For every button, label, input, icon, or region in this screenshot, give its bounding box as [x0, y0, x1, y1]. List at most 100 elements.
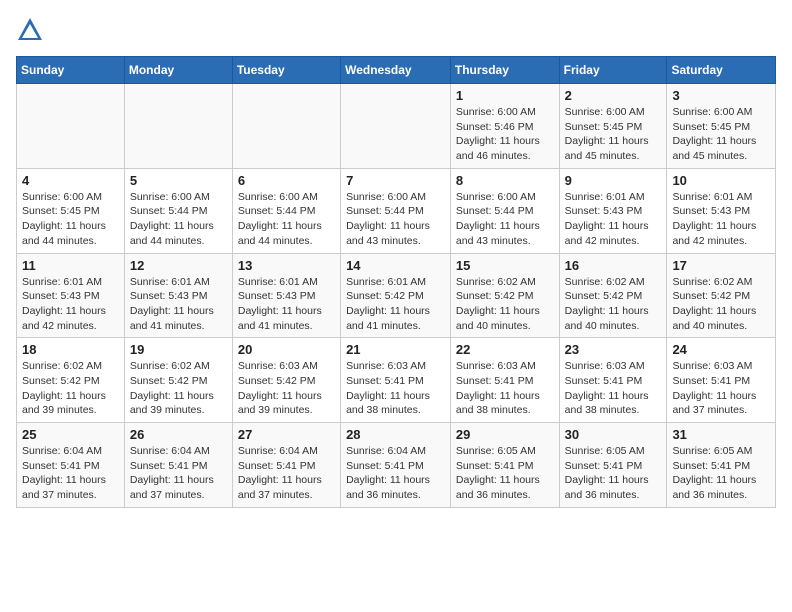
- day-info: Sunrise: 6:05 AMSunset: 5:41 PMDaylight:…: [672, 444, 770, 503]
- calendar-cell: 9 Sunrise: 6:01 AMSunset: 5:43 PMDaylight…: [559, 168, 667, 253]
- calendar-cell: 28 Sunrise: 6:04 AMSunset: 5:41 PMDayligh…: [341, 423, 451, 508]
- day-number: 1: [456, 88, 554, 103]
- day-info: Sunrise: 6:03 AMSunset: 5:41 PMDaylight:…: [346, 359, 445, 418]
- calendar-cell: [17, 84, 125, 169]
- calendar-cell: 7Sunrise: 6:00 AMSunset: 5:44 PMDaylight…: [341, 168, 451, 253]
- day-number: 18: [22, 342, 119, 357]
- calendar-cell: 5Sunrise: 6:00 AMSunset: 5:44 PMDaylight…: [124, 168, 232, 253]
- calendar-cell: 22 Sunrise: 6:03 AMSunset: 5:41 PMDayligh…: [450, 338, 559, 423]
- day-info: Sunrise: 6:02 AMSunset: 5:42 PMDaylight:…: [130, 359, 227, 418]
- day-number: 7: [346, 173, 445, 188]
- day-number: 9: [565, 173, 662, 188]
- day-number: 19: [130, 342, 227, 357]
- calendar-cell: 15 Sunrise: 6:02 AMSunset: 5:42 PMDayligh…: [450, 253, 559, 338]
- day-info: Sunrise: 6:03 AMSunset: 5:41 PMDaylight:…: [456, 359, 554, 418]
- day-number: 8: [456, 173, 554, 188]
- day-info: Sunrise: 6:01 AMSunset: 5:43 PMDaylight:…: [672, 190, 770, 249]
- day-number: 14: [346, 258, 445, 273]
- day-info: Sunrise: 6:00 AMSunset: 5:44 PMDaylight:…: [238, 190, 335, 249]
- header-day-tuesday: Tuesday: [232, 57, 340, 84]
- day-info: Sunrise: 6:05 AMSunset: 5:41 PMDaylight:…: [456, 444, 554, 503]
- day-info: Sunrise: 6:05 AMSunset: 5:41 PMDaylight:…: [565, 444, 662, 503]
- day-info: Sunrise: 6:01 AMSunset: 5:43 PMDaylight:…: [130, 275, 227, 334]
- day-number: 3: [672, 88, 770, 103]
- header-row: SundayMondayTuesdayWednesdayThursdayFrid…: [17, 57, 776, 84]
- logo-icon: [16, 16, 44, 44]
- day-number: 29: [456, 427, 554, 442]
- calendar-cell: 4 Sunrise: 6:00 AMSunset: 5:45 PMDaylight…: [17, 168, 125, 253]
- day-number: 6: [238, 173, 335, 188]
- header-day-saturday: Saturday: [667, 57, 776, 84]
- day-info: Sunrise: 6:01 AMSunset: 5:43 PMDaylight:…: [565, 190, 662, 249]
- calendar-cell: [341, 84, 451, 169]
- day-number: 11: [22, 258, 119, 273]
- day-number: 22: [456, 342, 554, 357]
- header-day-friday: Friday: [559, 57, 667, 84]
- day-info: Sunrise: 6:02 AMSunset: 5:42 PMDaylight:…: [456, 275, 554, 334]
- page-header: [16, 16, 776, 44]
- day-info: Sunrise: 6:04 AMSunset: 5:41 PMDaylight:…: [238, 444, 335, 503]
- day-number: 5: [130, 173, 227, 188]
- calendar-cell: 26 Sunrise: 6:04 AMSunset: 5:41 PMDayligh…: [124, 423, 232, 508]
- day-number: 13: [238, 258, 335, 273]
- calendar-cell: 19 Sunrise: 6:02 AMSunset: 5:42 PMDayligh…: [124, 338, 232, 423]
- day-info: Sunrise: 6:04 AMSunset: 5:41 PMDaylight:…: [22, 444, 119, 503]
- day-info: Sunrise: 6:01 AMSunset: 5:43 PMDaylight:…: [238, 275, 335, 334]
- calendar-cell: [124, 84, 232, 169]
- day-number: 15: [456, 258, 554, 273]
- day-number: 17: [672, 258, 770, 273]
- day-info: Sunrise: 6:03 AMSunset: 5:41 PMDaylight:…: [672, 359, 770, 418]
- day-number: 2: [565, 88, 662, 103]
- calendar-cell: 3Sunrise: 6:00 AMSunset: 5:45 PMDaylight…: [667, 84, 776, 169]
- day-info: Sunrise: 6:04 AMSunset: 5:41 PMDaylight:…: [346, 444, 445, 503]
- day-number: 24: [672, 342, 770, 357]
- calendar-cell: 11 Sunrise: 6:01 AMSunset: 5:43 PMDayligh…: [17, 253, 125, 338]
- calendar-table: SundayMondayTuesdayWednesdayThursdayFrid…: [16, 56, 776, 508]
- calendar-cell: 20 Sunrise: 6:03 AMSunset: 5:42 PMDayligh…: [232, 338, 340, 423]
- calendar-cell: 8 Sunrise: 6:00 AMSunset: 5:44 PMDaylight…: [450, 168, 559, 253]
- calendar-cell: 2 Sunrise: 6:00 AMSunset: 5:45 PMDaylight…: [559, 84, 667, 169]
- day-number: 28: [346, 427, 445, 442]
- day-info: Sunrise: 6:00 AMSunset: 5:45 PMDaylight:…: [565, 105, 662, 164]
- day-info: Sunrise: 6:01 AMSunset: 5:43 PMDaylight:…: [22, 275, 119, 334]
- calendar-cell: 25 Sunrise: 6:04 AMSunset: 5:41 PMDayligh…: [17, 423, 125, 508]
- day-info: Sunrise: 6:00 AMSunset: 5:45 PMDaylight:…: [22, 190, 119, 249]
- day-info: Sunrise: 6:02 AMSunset: 5:42 PMDaylight:…: [22, 359, 119, 418]
- day-info: Sunrise: 6:03 AMSunset: 5:41 PMDaylight:…: [565, 359, 662, 418]
- calendar-cell: 16 Sunrise: 6:02 AMSunset: 5:42 PMDayligh…: [559, 253, 667, 338]
- calendar-header: SundayMondayTuesdayWednesdayThursdayFrid…: [17, 57, 776, 84]
- calendar-week-2: 4 Sunrise: 6:00 AMSunset: 5:45 PMDaylight…: [17, 168, 776, 253]
- calendar-week-5: 25 Sunrise: 6:04 AMSunset: 5:41 PMDayligh…: [17, 423, 776, 508]
- day-number: 23: [565, 342, 662, 357]
- day-number: 10: [672, 173, 770, 188]
- calendar-cell: 30 Sunrise: 6:05 AMSunset: 5:41 PMDayligh…: [559, 423, 667, 508]
- calendar-cell: 6 Sunrise: 6:00 AMSunset: 5:44 PMDaylight…: [232, 168, 340, 253]
- calendar-week-3: 11 Sunrise: 6:01 AMSunset: 5:43 PMDayligh…: [17, 253, 776, 338]
- calendar-cell: 21 Sunrise: 6:03 AMSunset: 5:41 PMDayligh…: [341, 338, 451, 423]
- day-info: Sunrise: 6:03 AMSunset: 5:42 PMDaylight:…: [238, 359, 335, 418]
- day-info: Sunrise: 6:01 AMSunset: 5:42 PMDaylight:…: [346, 275, 445, 334]
- day-number: 16: [565, 258, 662, 273]
- calendar-cell: [232, 84, 340, 169]
- day-number: 27: [238, 427, 335, 442]
- calendar-cell: 12Sunrise: 6:01 AMSunset: 5:43 PMDayligh…: [124, 253, 232, 338]
- day-info: Sunrise: 6:02 AMSunset: 5:42 PMDaylight:…: [565, 275, 662, 334]
- day-info: Sunrise: 6:00 AMSunset: 5:44 PMDaylight:…: [456, 190, 554, 249]
- header-day-thursday: Thursday: [450, 57, 559, 84]
- calendar-cell: 31Sunrise: 6:05 AMSunset: 5:41 PMDayligh…: [667, 423, 776, 508]
- calendar-week-4: 18 Sunrise: 6:02 AMSunset: 5:42 PMDayligh…: [17, 338, 776, 423]
- day-info: Sunrise: 6:04 AMSunset: 5:41 PMDaylight:…: [130, 444, 227, 503]
- calendar-cell: 13 Sunrise: 6:01 AMSunset: 5:43 PMDayligh…: [232, 253, 340, 338]
- header-day-sunday: Sunday: [17, 57, 125, 84]
- day-number: 20: [238, 342, 335, 357]
- calendar-cell: 10 Sunrise: 6:01 AMSunset: 5:43 PMDayligh…: [667, 168, 776, 253]
- day-number: 26: [130, 427, 227, 442]
- day-number: 25: [22, 427, 119, 442]
- day-number: 21: [346, 342, 445, 357]
- calendar-cell: 1 Sunrise: 6:00 AMSunset: 5:46 PMDaylight…: [450, 84, 559, 169]
- day-number: 4: [22, 173, 119, 188]
- day-info: Sunrise: 6:02 AMSunset: 5:42 PMDaylight:…: [672, 275, 770, 334]
- calendar-cell: 23 Sunrise: 6:03 AMSunset: 5:41 PMDayligh…: [559, 338, 667, 423]
- day-number: 30: [565, 427, 662, 442]
- day-info: Sunrise: 6:00 AMSunset: 5:46 PMDaylight:…: [456, 105, 554, 164]
